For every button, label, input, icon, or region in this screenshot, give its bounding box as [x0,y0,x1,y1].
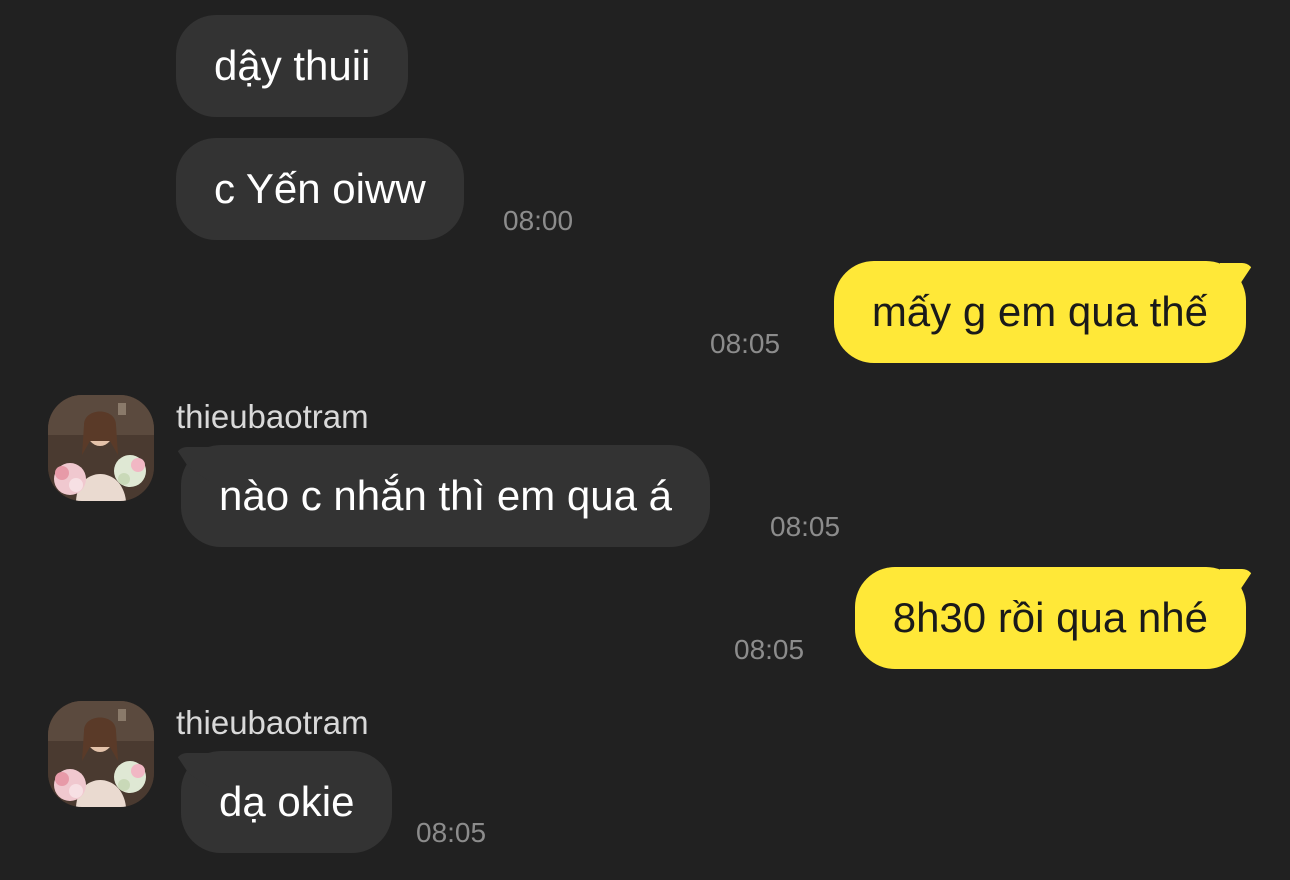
user-avatar-icon [48,701,154,807]
incoming-message-bubble[interactable]: dạ okie [181,751,393,853]
sender-name: thieubaotram [176,398,369,435]
outgoing-message-bubble[interactable]: mấy g em qua thế [833,261,1246,363]
incoming-message-bubble[interactable]: dậy thuii [176,15,409,117]
chat-message-list[interactable]: dậy thuii c Yến oiww 08:00 08:05 mấy g e… [0,0,1290,880]
message-text: nào c nhắn thì em qua á [219,472,672,519]
message-timestamp: 08:00 [503,205,574,236]
user-avatar-icon [48,395,154,501]
message-text: dạ okie [219,778,355,825]
message-text: dậy thuii [214,42,371,89]
message-timestamp: 08:05 [734,634,805,665]
sender-avatar[interactable] [48,395,154,501]
message-text: 8h30 rồi qua nhé [892,594,1208,641]
incoming-message-bubble[interactable]: c Yến oiww [176,138,464,240]
message-timestamp: 08:05 [770,511,841,542]
message-text: mấy g em qua thế [871,288,1208,335]
sender-name: thieubaotram [176,704,369,741]
message-timestamp: 08:05 [416,817,487,848]
incoming-message-bubble[interactable]: nào c nhắn thì em qua á [181,445,710,547]
outgoing-message-bubble[interactable]: 8h30 rồi qua nhé [854,567,1246,669]
sender-avatar[interactable] [48,701,154,807]
message-text: c Yến oiww [214,165,426,212]
message-timestamp: 08:05 [710,328,781,359]
